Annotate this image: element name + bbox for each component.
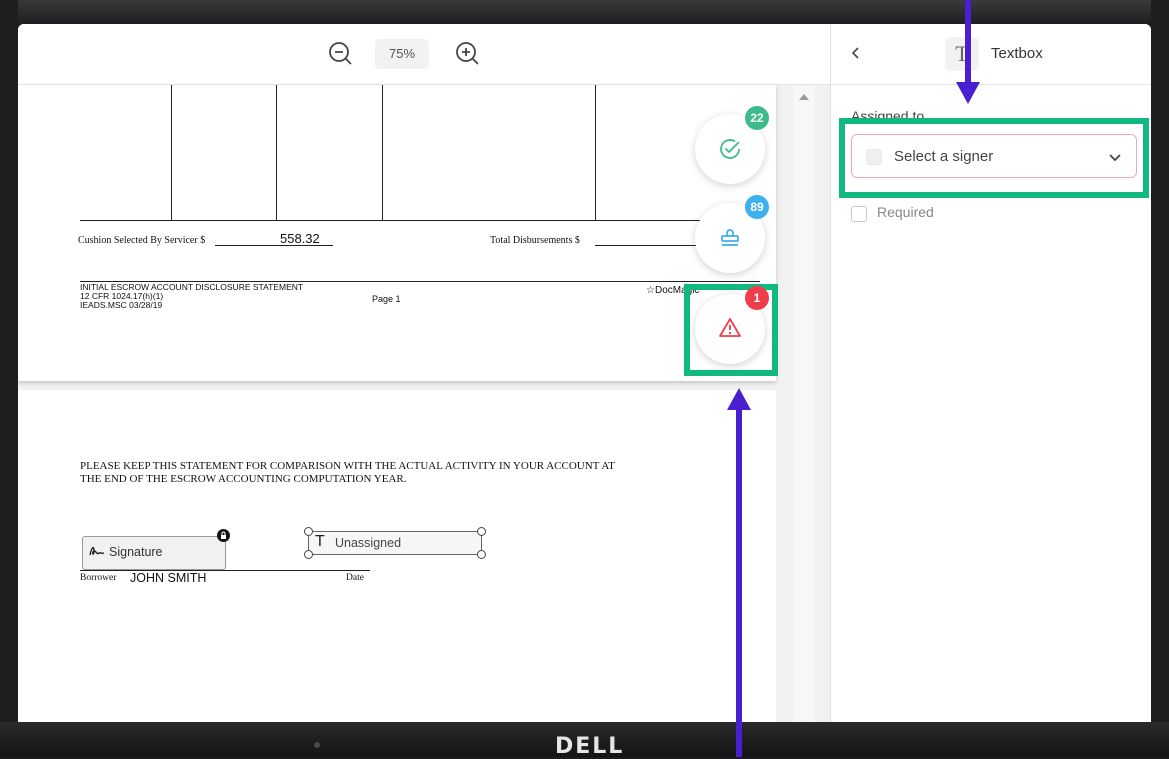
warning-fields-button[interactable]: 1 [695,286,769,364]
resize-handle-bottom-left[interactable] [304,550,313,559]
notice-line-2: THE END OF THE ESCROW ACCOUNTING COMPUTA… [80,473,407,485]
textbox-field-label: Unassigned [335,536,402,550]
annotation-arrow-warning-head [727,388,751,410]
completed-fields-button[interactable]: 22 [695,106,769,184]
text-t-icon: T [315,533,325,550]
viewer-scrollbar[interactable] [793,86,815,722]
lock-icon [217,529,230,542]
zoom-level[interactable]: 75% [375,39,429,69]
required-label[interactable]: Required [877,204,934,220]
table-bottom-rule [80,220,700,221]
warning-triangle-icon [718,316,742,345]
completed-count-badge: 22 [745,106,769,130]
document-page-1: Cushion Selected By Servicer $ 558.32 To… [18,85,776,381]
chevron-down-icon [1108,150,1122,168]
check-circle-icon [718,137,742,166]
app-screen: 75% Cushion Selected By Servicer $ 558.3… [18,24,1151,722]
table-divider [382,85,383,221]
viewer-toolbar: 75% [18,24,830,85]
annotation-arrow-signer-head [956,82,980,104]
cushion-label: Cushion Selected By Servicer $ [78,235,206,246]
footer-code: IEADS.MSC 03/28/19 [80,300,163,310]
notice-text: PLEASE KEEP THIS STATEMENT FOR COMPARISO… [80,460,770,486]
date-label: Date [346,573,364,583]
required-checkbox[interactable] [851,206,867,222]
zoom-out-icon[interactable] [328,41,354,67]
monitor-brand-logo: DELL [555,734,625,759]
resize-handle-top-right[interactable] [477,527,486,536]
chevron-left-icon[interactable] [851,46,861,65]
warning-count-badge: 1 [745,286,769,310]
monitor-sensor-dot [314,742,320,748]
table-divider [171,85,172,221]
page-number: Page 1 [372,294,401,304]
monitor-bezel-top [0,0,1169,24]
borrower-label: Borrower [80,573,117,583]
star-icon: ☆ [646,285,655,296]
field-properties-panel: T Textbox Assigned to Select a signer Re… [830,24,1151,722]
signature-field[interactable]: Signature [82,529,230,570]
stamp-count-badge: 89 [745,195,769,219]
total-disbursements-label: Total Disbursements $ [490,235,580,246]
annotation-arrow-signer-shaft [965,0,971,86]
textbox-field-selected[interactable]: T Unassigned [304,527,486,559]
monitor-bezel-left [0,0,18,757]
signer-select[interactable]: Select a signer [851,134,1137,178]
disbursements-underline [595,245,699,246]
resize-handle-top-left[interactable] [304,527,313,536]
panel-title: Textbox [991,45,1043,62]
signature-field-label: Signature [109,545,163,559]
notice-line-1: PLEASE KEEP THIS STATEMENT FOR COMPARISO… [80,460,615,472]
monitor-bezel-right [1151,0,1169,757]
stamp-icon [718,225,742,254]
table-divider [276,85,277,221]
stamp-fields-button[interactable]: 89 [695,195,769,273]
document-page-2: PLEASE KEEP THIS STATEMENT FOR COMPARISO… [18,390,776,722]
cushion-value: 558.32 [280,231,320,246]
document-viewer: 75% Cushion Selected By Servicer $ 558.3… [18,24,830,722]
signer-select-placeholder: Select a signer [894,148,994,165]
resize-handle-bottom-right[interactable] [477,550,486,559]
signature-icon [89,544,105,563]
signature-line [80,570,370,571]
scroll-up-arrow-icon[interactable] [799,94,809,100]
text-t-icon: T [945,37,979,71]
panel-header: T Textbox [831,24,1151,85]
zoom-in-icon[interactable] [455,41,481,67]
borrower-name: JOHN SMITH [130,571,207,585]
table-divider [595,85,596,221]
signer-color-swatch [866,149,882,165]
annotation-arrow-warning-shaft [736,406,742,757]
footer-block: INITIAL ESCROW ACCOUNT DISCLOSURE STATEM… [80,283,303,310]
